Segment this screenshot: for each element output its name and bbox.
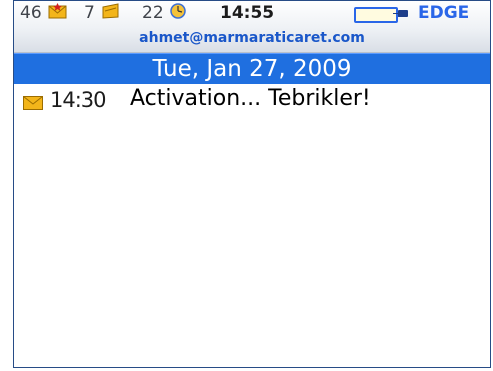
calendar-count-indicator: 22	[142, 3, 186, 24]
message-count: 46	[20, 3, 42, 23]
message-subject: Activation... Tebrikler!	[130, 86, 371, 111]
message-list-item[interactable]: 14:30 Activation... Tebrikler!	[14, 84, 490, 118]
network-type: EDGE	[418, 3, 470, 23]
blackberry-screen: 46 7 22 14:55 EDGE ahmet@marmaraticaret.…	[13, 0, 491, 368]
battery-icon	[354, 7, 401, 23]
message-time: 14:30	[50, 88, 107, 112]
pin-count: 7	[84, 3, 95, 23]
status-bar: 46 7 22 14:55 EDGE ahmet@marmaraticaret.…	[14, 1, 490, 53]
date-header: Tue, Jan 27, 2009	[14, 53, 490, 84]
charging-plug-icon	[393, 10, 408, 17]
message-count-indicator: 46	[20, 3, 67, 24]
new-mail-icon	[48, 3, 67, 24]
pin-message-icon	[101, 3, 120, 24]
envelope-icon	[23, 95, 43, 110]
pin-count-indicator: 7	[84, 3, 120, 24]
clock-time: 14:55	[220, 3, 275, 23]
calendar-count: 22	[142, 3, 164, 23]
clock-icon	[170, 3, 186, 24]
account-email: ahmet@marmaraticaret.com	[139, 30, 365, 46]
